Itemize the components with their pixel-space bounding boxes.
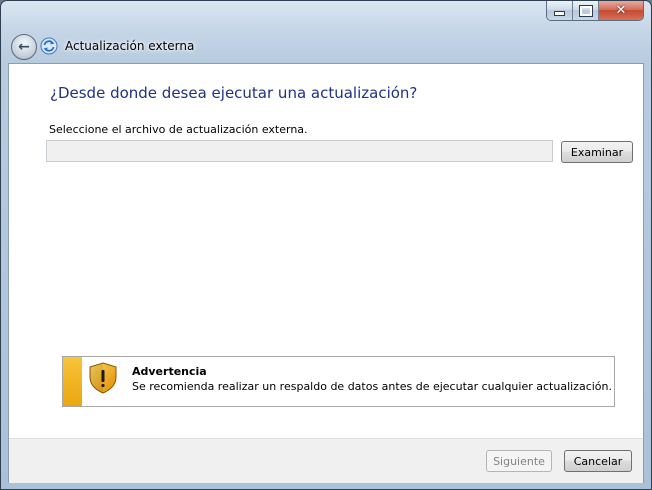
close-button[interactable]: ✕ <box>599 1 643 20</box>
browse-button[interactable]: Examinar <box>561 141 633 163</box>
back-arrow-icon: ← <box>18 39 30 55</box>
minimize-icon <box>554 11 565 16</box>
warning-message: Se recomienda realizar un respaldo de da… <box>132 380 612 393</box>
warning-shield-icon <box>89 362 117 394</box>
warning-title: Advertencia <box>132 365 207 378</box>
update-icon <box>40 37 58 55</box>
warning-accent-bar <box>63 357 82 406</box>
back-button[interactable]: ← <box>11 34 37 60</box>
next-button[interactable]: Siguiente <box>486 450 552 472</box>
update-file-path-input[interactable] <box>46 140 553 162</box>
maximize-icon <box>578 4 593 17</box>
maximize-button[interactable] <box>573 1 599 20</box>
caption-buttons: ✕ <box>546 1 644 21</box>
wizard-footer: Siguiente Cancelar <box>9 438 643 483</box>
page-heading: ¿Desde donde desea ejecutar una actualiz… <box>50 84 418 102</box>
cancel-button[interactable]: Cancelar <box>564 450 632 472</box>
close-icon: ✕ <box>615 3 627 18</box>
wizard-content: ¿Desde donde desea ejecutar una actualiz… <box>8 63 644 483</box>
warning-panel: Advertencia Se recomienda realizar un re… <box>62 356 615 407</box>
instruction-label: Seleccione el archivo de actualización e… <box>49 123 308 136</box>
wizard-window: ✕ ← Actualización externa ¿Desde donde d… <box>0 0 652 490</box>
window-title: Actualización externa <box>65 39 195 53</box>
minimize-button[interactable] <box>547 1 573 20</box>
